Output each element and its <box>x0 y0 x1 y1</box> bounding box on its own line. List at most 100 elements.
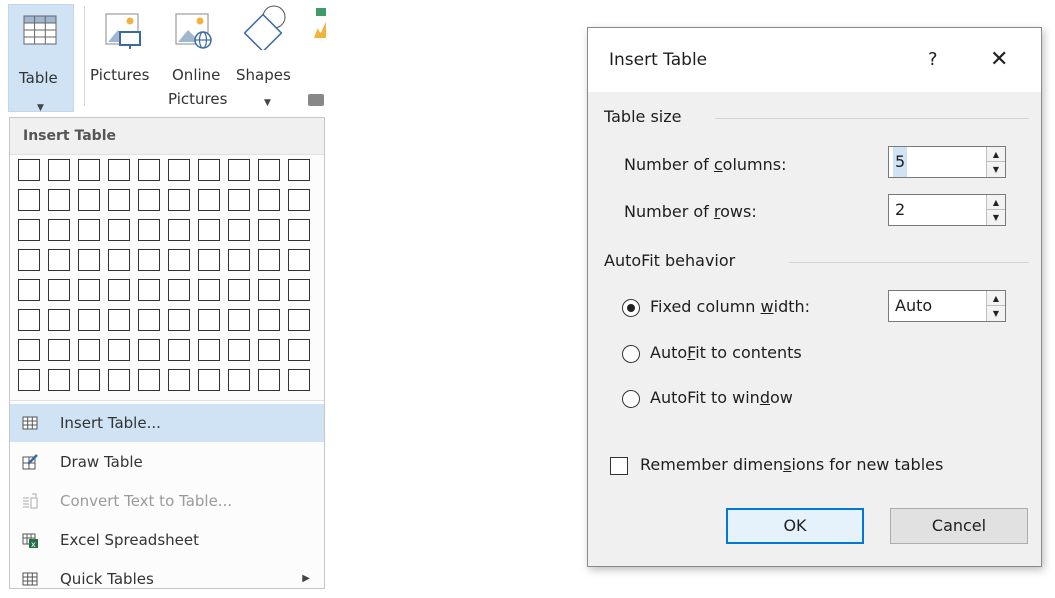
grid-cell[interactable] <box>78 339 100 361</box>
grid-cell[interactable] <box>288 339 310 361</box>
menu-item-quick-tables[interactable]: Quick Tables ▶ <box>10 560 324 598</box>
grid-cell[interactable] <box>78 159 100 181</box>
spin-down-icon[interactable]: ▼ <box>987 162 1005 177</box>
grid-cell[interactable] <box>258 189 280 211</box>
grid-cell[interactable] <box>108 279 130 301</box>
grid-cell[interactable] <box>228 279 250 301</box>
grid-cell[interactable] <box>198 309 220 331</box>
menu-item-convert-text[interactable]: Convert Text to Table... <box>10 482 324 520</box>
grid-cell[interactable] <box>288 279 310 301</box>
screenshot-icon[interactable] <box>308 94 324 106</box>
autofit-window-radio[interactable] <box>622 390 640 408</box>
grid-cell[interactable] <box>258 249 280 271</box>
menu-item-insert-table[interactable]: Insert Table... <box>10 404 324 442</box>
grid-cell[interactable] <box>228 189 250 211</box>
grid-cell[interactable] <box>108 159 130 181</box>
grid-cell[interactable] <box>48 279 70 301</box>
columns-spin-arrows[interactable]: ▲ ▼ <box>986 147 1005 177</box>
help-icon[interactable]: ? <box>928 28 938 92</box>
grid-cell[interactable] <box>168 219 190 241</box>
grid-cell[interactable] <box>258 279 280 301</box>
spin-up-icon[interactable]: ▲ <box>987 291 1005 306</box>
columns-value[interactable]: 5 <box>893 147 908 177</box>
grid-cell[interactable] <box>138 189 160 211</box>
rows-spin-arrows[interactable]: ▲ ▼ <box>986 195 1005 225</box>
grid-cell[interactable] <box>18 159 40 181</box>
grid-cell[interactable] <box>78 189 100 211</box>
fixed-width-value[interactable]: Auto <box>895 291 932 321</box>
grid-cell[interactable] <box>228 369 250 391</box>
grid-cell[interactable] <box>138 219 160 241</box>
grid-cell[interactable] <box>168 159 190 181</box>
fixed-width-radio[interactable] <box>622 299 640 317</box>
grid-cell[interactable] <box>138 159 160 181</box>
grid-cell[interactable] <box>228 309 250 331</box>
rows-value[interactable]: 2 <box>895 195 905 225</box>
grid-cell[interactable] <box>228 339 250 361</box>
grid-cell[interactable] <box>18 219 40 241</box>
online-pictures-button[interactable]: Online Pictures <box>160 0 230 110</box>
grid-cell[interactable] <box>78 279 100 301</box>
grid-cell[interactable] <box>48 309 70 331</box>
grid-cell[interactable] <box>168 309 190 331</box>
cancel-button[interactable]: Cancel <box>890 508 1028 544</box>
remember-dimensions-label[interactable]: Remember dimensions for new tables <box>640 455 943 474</box>
rows-spinner[interactable]: 2 ▲ ▼ <box>888 194 1006 226</box>
grid-cell[interactable] <box>108 219 130 241</box>
grid-cell[interactable] <box>48 189 70 211</box>
grid-cell[interactable] <box>288 219 310 241</box>
grid-cell[interactable] <box>288 309 310 331</box>
grid-cell[interactable] <box>258 339 280 361</box>
close-icon[interactable]: ✕ <box>990 28 1008 92</box>
grid-cell[interactable] <box>138 369 160 391</box>
grid-cell[interactable] <box>198 189 220 211</box>
grid-cell[interactable] <box>198 219 220 241</box>
grid-cell[interactable] <box>168 249 190 271</box>
autofit-window-label[interactable]: AutoFit to window <box>650 388 793 407</box>
spin-up-icon[interactable]: ▲ <box>987 147 1005 162</box>
menu-item-excel-spreadsheet[interactable]: x Excel Spreadsheet <box>10 521 324 559</box>
grid-cell[interactable] <box>48 339 70 361</box>
grid-cell[interactable] <box>288 159 310 181</box>
grid-cell[interactable] <box>138 249 160 271</box>
grid-cell[interactable] <box>288 369 310 391</box>
grid-cell[interactable] <box>48 219 70 241</box>
grid-cell[interactable] <box>168 279 190 301</box>
grid-cell[interactable] <box>108 339 130 361</box>
spin-down-icon[interactable]: ▼ <box>987 210 1005 225</box>
grid-cell[interactable] <box>198 159 220 181</box>
autofit-contents-label[interactable]: AutoFit to contents <box>650 343 802 362</box>
table-button[interactable]: Table ▼ <box>8 4 74 113</box>
grid-cell[interactable] <box>78 309 100 331</box>
spin-down-icon[interactable]: ▼ <box>987 306 1005 321</box>
grid-cell[interactable] <box>138 339 160 361</box>
grid-cell[interactable] <box>198 339 220 361</box>
spin-up-icon[interactable]: ▲ <box>987 195 1005 210</box>
remember-dimensions-checkbox[interactable] <box>610 457 628 475</box>
grid-cell[interactable] <box>258 309 280 331</box>
grid-cell[interactable] <box>288 189 310 211</box>
grid-cell[interactable] <box>48 159 70 181</box>
grid-cell[interactable] <box>198 249 220 271</box>
grid-cell[interactable] <box>168 369 190 391</box>
grid-cell[interactable] <box>18 369 40 391</box>
grid-cell[interactable] <box>48 249 70 271</box>
grid-cell[interactable] <box>258 369 280 391</box>
grid-cell[interactable] <box>258 159 280 181</box>
grid-cell[interactable] <box>18 189 40 211</box>
grid-cell[interactable] <box>198 369 220 391</box>
grid-cell[interactable] <box>168 189 190 211</box>
grid-cell[interactable] <box>48 369 70 391</box>
grid-cell[interactable] <box>78 369 100 391</box>
grid-cell[interactable] <box>258 219 280 241</box>
grid-cell[interactable] <box>228 159 250 181</box>
grid-cell[interactable] <box>18 339 40 361</box>
grid-cell[interactable] <box>108 369 130 391</box>
grid-cell[interactable] <box>108 189 130 211</box>
grid-cell[interactable] <box>138 279 160 301</box>
shapes-button[interactable]: Shapes ▼ <box>232 0 300 110</box>
fixed-width-label[interactable]: Fixed column width: <box>650 297 810 316</box>
grid-cell[interactable] <box>108 309 130 331</box>
autofit-contents-radio[interactable] <box>622 345 640 363</box>
columns-spinner[interactable]: 5 ▲ ▼ <box>888 146 1006 178</box>
